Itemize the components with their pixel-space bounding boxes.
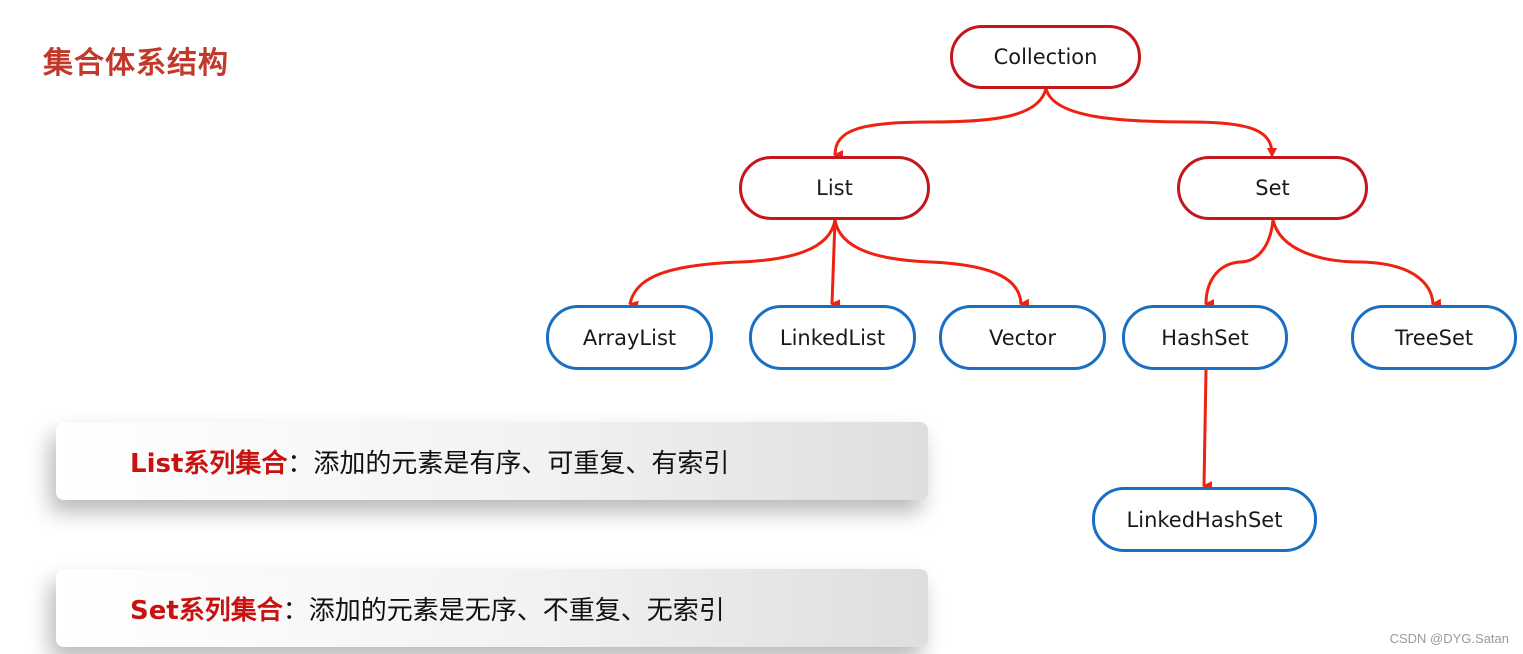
node-set: Set bbox=[1177, 156, 1368, 220]
edge-collection-set bbox=[1044, 87, 1274, 156]
edge-collection-list bbox=[833, 87, 1048, 161]
node-linkedlist-label: LinkedList bbox=[779, 325, 886, 350]
node-list-label: List bbox=[816, 176, 853, 200]
node-vector: Vector bbox=[939, 305, 1106, 370]
node-set-label: Set bbox=[1255, 176, 1290, 200]
node-hashset: HashSet bbox=[1122, 305, 1288, 370]
node-list: List bbox=[739, 156, 930, 220]
edge-list-vector bbox=[833, 219, 1030, 309]
node-linkedhashset: LinkedHashSet bbox=[1092, 487, 1317, 552]
edge-list-arraylist bbox=[628, 219, 837, 311]
watermark: CSDN @DYG.Satan bbox=[1389, 631, 1509, 646]
node-hashset-label: HashSet bbox=[1161, 325, 1249, 350]
node-collection: Collection bbox=[950, 25, 1141, 89]
list-series-card: List系列集合 ：添加的元素是有序、可重复、有索引 bbox=[56, 422, 928, 500]
node-linkedhashset-label: LinkedHashSet bbox=[1126, 507, 1283, 532]
edge-list-linkedlist bbox=[830, 219, 841, 310]
node-vector-label: Vector bbox=[989, 325, 1056, 350]
node-linkedlist: LinkedList bbox=[749, 305, 916, 370]
edge-set-hashset bbox=[1204, 219, 1275, 310]
list-series-description: ：添加的元素是有序、可重复、有索引 bbox=[287, 448, 730, 479]
set-series-card: Set系列集合 ：添加的元素是无序、不重复、无索引 bbox=[56, 569, 928, 647]
edge-hashset-linkedhashset bbox=[1202, 369, 1213, 492]
node-arraylist: ArrayList bbox=[546, 305, 713, 370]
node-treeset: TreeSet bbox=[1351, 305, 1517, 370]
node-collection-label: Collection bbox=[993, 45, 1098, 69]
node-treeset-label: TreeSet bbox=[1394, 325, 1474, 350]
list-series-label: List系列集合 bbox=[130, 448, 288, 479]
set-series-description: ：添加的元素是无序、不重复、无索引 bbox=[282, 595, 725, 626]
set-series-label: Set系列集合 bbox=[130, 595, 283, 626]
edge-set-treeset bbox=[1271, 219, 1442, 309]
node-arraylist-label: ArrayList bbox=[582, 325, 677, 350]
